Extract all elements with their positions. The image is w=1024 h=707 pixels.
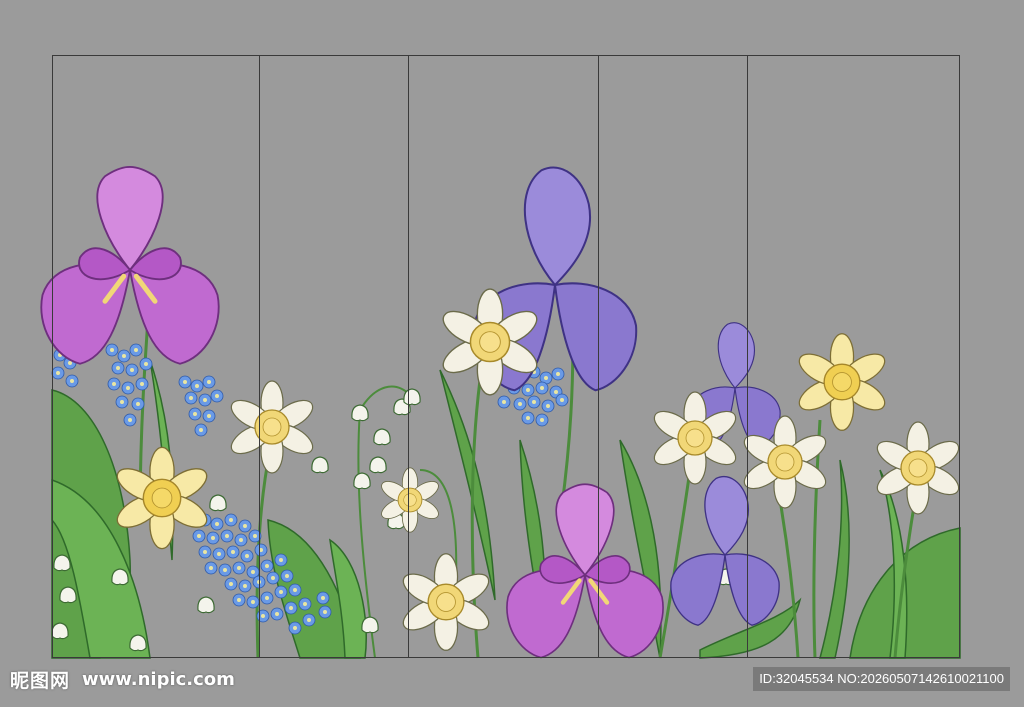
watermark-image-id: ID:32045534 NO:20260507142610021100 xyxy=(753,667,1010,691)
watermark-site-name: 昵图网 xyxy=(10,669,71,692)
floral-screen-artwork xyxy=(0,0,1024,660)
watermark-left: 昵图网 www.nipic.com xyxy=(10,665,235,693)
watermark-site-url: www.nipic.com xyxy=(82,668,235,690)
